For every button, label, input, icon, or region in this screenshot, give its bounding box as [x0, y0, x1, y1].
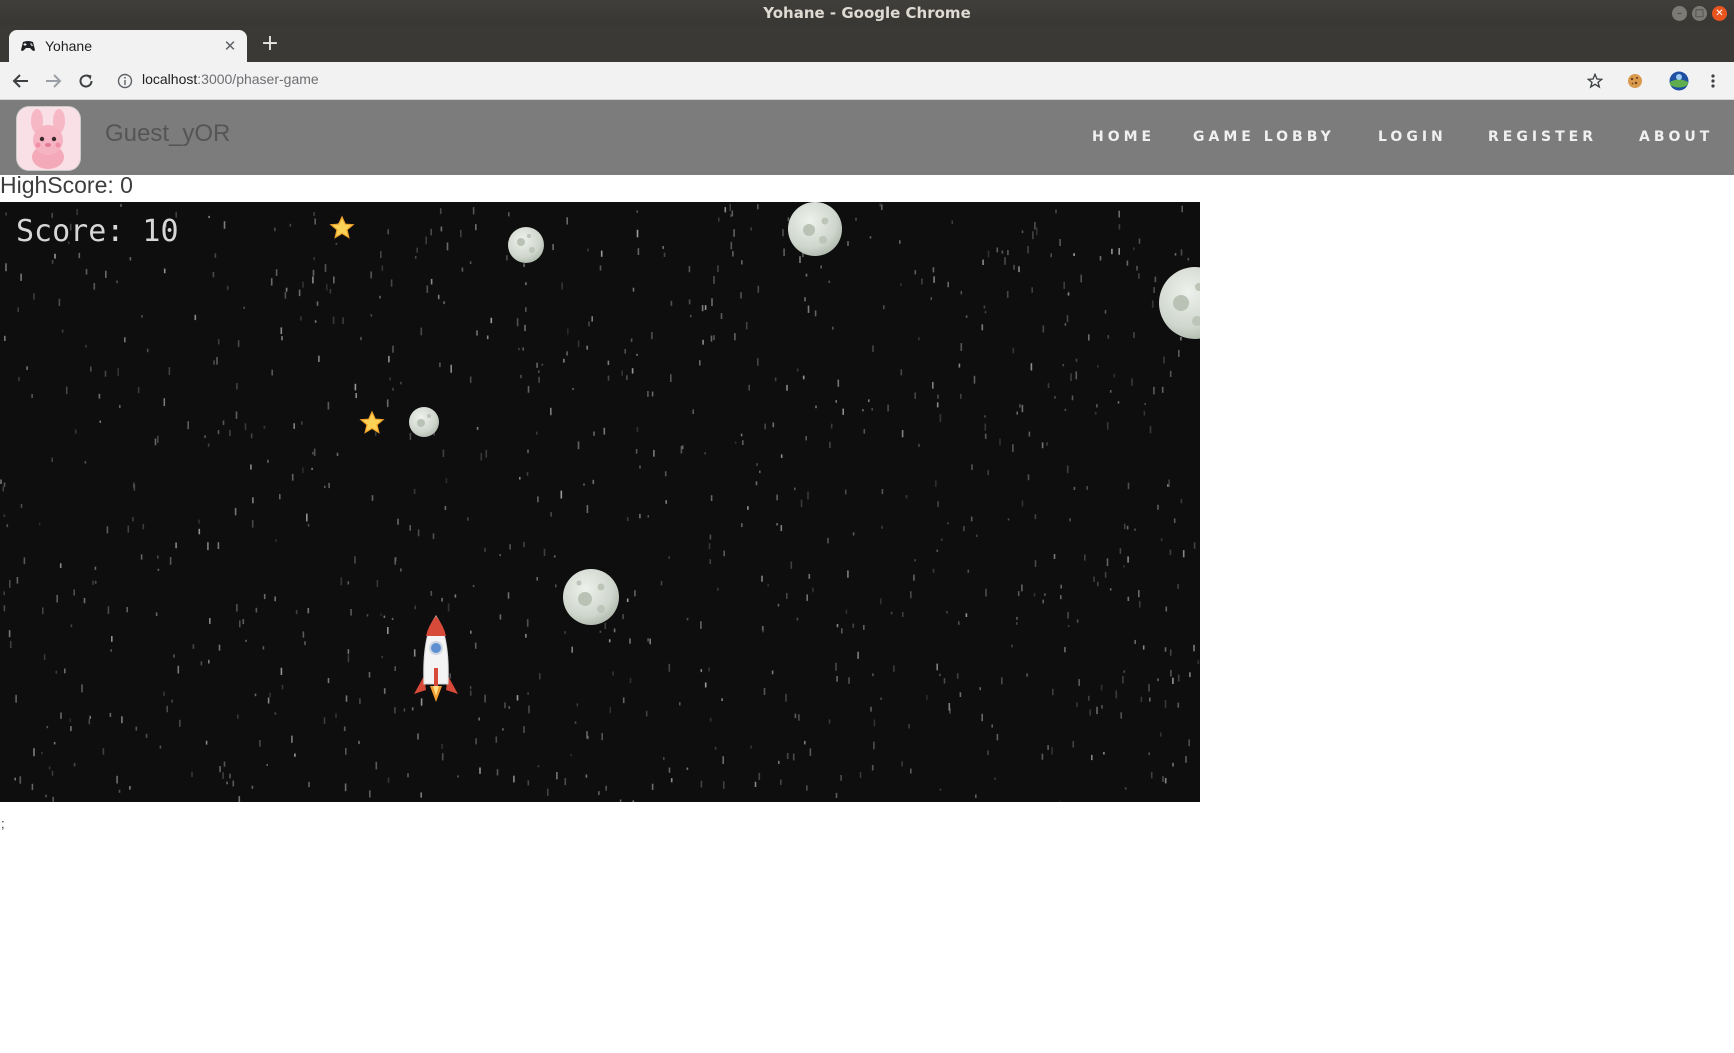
- star-collectible: [329, 215, 355, 239]
- new-tab-button[interactable]: +: [259, 33, 281, 55]
- bookmark-star-icon[interactable]: [1584, 70, 1606, 92]
- back-arrow-icon[interactable]: [10, 70, 32, 92]
- stray-semicolon-text: ;: [1, 816, 5, 831]
- rocket-player: [414, 615, 458, 702]
- address-bar[interactable]: localhost:3000/phaser-game: [142, 71, 319, 87]
- nav-link-game-lobby[interactable]: GAME LOBBY: [1193, 129, 1335, 145]
- site-logo[interactable]: [17, 107, 80, 170]
- site-navbar: Guest_yOR HOME GAME LOBBY LOGIN REGISTER…: [0, 100, 1734, 175]
- nav-link-about[interactable]: ABOUT: [1639, 129, 1713, 145]
- close-window-button[interactable]: ✕: [1712, 6, 1727, 21]
- cookie-extension-icon[interactable]: [1624, 70, 1646, 92]
- window-titlebar: Yohane - Google Chrome – □ ✕: [0, 0, 1734, 25]
- maximize-window-button[interactable]: □: [1692, 6, 1707, 21]
- url-path: :3000/phaser-game: [197, 71, 319, 87]
- gamepad-icon: [20, 38, 36, 54]
- nav-link-register[interactable]: REGISTER: [1488, 129, 1597, 145]
- highscore-label: HighScore: 0: [0, 172, 133, 198]
- tab-title: Yohane: [45, 38, 92, 54]
- nav-link-home[interactable]: HOME: [1092, 129, 1155, 145]
- forward-arrow-icon[interactable]: [42, 70, 64, 92]
- tab-strip: Yohane ✕ +: [0, 25, 1734, 62]
- game-sprites: [329, 202, 1200, 702]
- username-label: Guest_yOR: [105, 120, 231, 147]
- window-title: Yohane - Google Chrome: [763, 3, 971, 22]
- moon-asteroid: [508, 227, 544, 263]
- browser-tab-active[interactable]: Yohane ✕: [9, 30, 247, 62]
- menu-kebab-icon[interactable]: [1702, 70, 1724, 92]
- moon-asteroid: [788, 202, 842, 256]
- score-label: Score: 10: [16, 214, 179, 249]
- profile-avatar-icon[interactable]: [1668, 70, 1690, 92]
- reload-icon[interactable]: [75, 70, 97, 92]
- browser-toolbar: localhost:3000/phaser-game: [0, 62, 1734, 100]
- nav-link-login[interactable]: LOGIN: [1378, 129, 1447, 145]
- game-canvas[interactable]: Score: 10: [0, 202, 1200, 802]
- close-tab-icon[interactable]: ✕: [221, 37, 239, 55]
- url-host: localhost: [142, 71, 198, 87]
- site-info-icon[interactable]: [116, 72, 134, 90]
- moon-asteroid: [409, 407, 439, 437]
- star-collectible: [359, 410, 385, 434]
- minimize-window-button[interactable]: –: [1672, 6, 1687, 21]
- moon-asteroid: [563, 569, 619, 625]
- moon-asteroid: [1159, 267, 1200, 339]
